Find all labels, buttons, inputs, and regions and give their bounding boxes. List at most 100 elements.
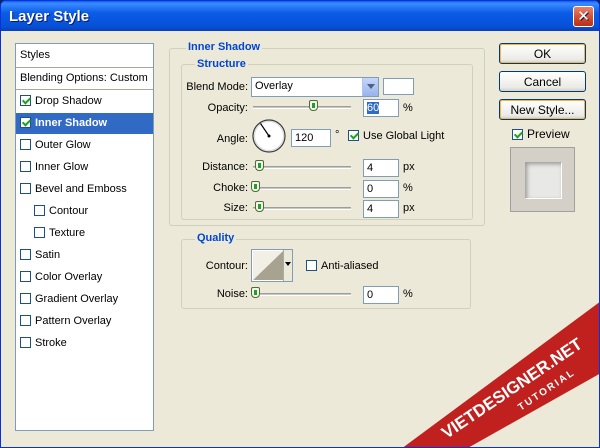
size-slider-thumb[interactable]	[255, 201, 264, 212]
angle-label: Angle:	[216, 133, 248, 145]
blend-mode-label: Blend Mode:	[186, 81, 248, 93]
window-title: Layer Style	[9, 8, 90, 25]
noise-slider-thumb[interactable]	[251, 287, 260, 298]
color-overlay-checkbox[interactable]	[20, 271, 31, 282]
inner-glow-checkbox[interactable]	[20, 161, 31, 172]
bevel-emboss-checkbox[interactable]	[20, 183, 31, 194]
preview-checkbox[interactable]	[512, 129, 523, 140]
distance-unit: px	[403, 161, 415, 173]
style-preview-swatch	[525, 162, 561, 198]
noise-slider-track[interactable]	[253, 293, 351, 296]
title-bar[interactable]: Layer Style ✕	[1, 1, 599, 31]
pattern-overlay-checkbox[interactable]	[20, 315, 31, 326]
structure-title: Structure	[195, 58, 248, 70]
style-item-inner-glow[interactable]: Inner Glow	[16, 157, 153, 178]
style-item-label: Inner Glow	[35, 161, 89, 173]
styles-list: Styles Blending Options: Custom Drop Sha…	[15, 43, 154, 431]
style-item-outer-glow[interactable]: Outer Glow	[16, 135, 153, 156]
style-item-color-overlay[interactable]: Color Overlay	[16, 267, 153, 288]
preview-label: Preview	[527, 127, 570, 141]
contour-picker[interactable]	[251, 249, 293, 282]
distance-label: Distance:	[202, 161, 248, 173]
style-item-label: Satin	[35, 249, 61, 261]
contour-label: Contour:	[205, 260, 248, 272]
choke-unit: %	[403, 182, 413, 194]
style-item-label: Drop Shadow	[35, 95, 102, 107]
angle-unit: °	[335, 129, 340, 141]
style-item-label: Color Overlay	[35, 271, 103, 283]
blending-options-item[interactable]: Blending Options: Custom	[16, 68, 153, 90]
style-item-label: Gradient Overlay	[35, 293, 119, 305]
anti-aliased-checkbox[interactable]	[306, 260, 317, 271]
choke-label: Choke:	[213, 182, 248, 194]
angle-input[interactable]: 120	[291, 129, 331, 147]
noise-label: Noise:	[216, 288, 248, 300]
style-item-texture[interactable]: Texture	[16, 223, 153, 244]
contour-dropdown-arrow[interactable]	[283, 250, 292, 281]
quality-title: Quality	[195, 232, 237, 244]
choke-slider-track[interactable]	[253, 187, 351, 190]
drop-shadow-checkbox[interactable]	[20, 95, 31, 106]
style-item-label: Bevel and Emboss	[35, 183, 127, 195]
stroke-checkbox[interactable]	[20, 337, 31, 348]
style-item-label: Texture	[49, 227, 86, 239]
style-item-drop-shadow[interactable]: Drop Shadow	[16, 91, 153, 112]
style-item-pattern-overlay[interactable]: Pattern Overlay	[16, 311, 153, 332]
anti-aliased-label: Anti-aliased	[321, 260, 379, 272]
size-slider-track[interactable]	[253, 207, 351, 210]
cancel-button[interactable]: Cancel	[499, 71, 586, 92]
style-preview	[510, 147, 575, 212]
distance-slider-thumb[interactable]	[255, 160, 264, 171]
style-item-stroke[interactable]: Stroke	[16, 333, 153, 354]
style-item-gradient-overlay[interactable]: Gradient Overlay	[16, 289, 153, 310]
angle-dial-icon[interactable]	[251, 118, 287, 154]
anti-aliased-option[interactable]: Anti-aliased	[306, 260, 378, 272]
style-item-inner-shadow[interactable]: Inner Shadow	[16, 113, 153, 134]
choke-input[interactable]: 0	[363, 180, 399, 198]
opacity-input[interactable]: 60	[363, 99, 399, 117]
close-button[interactable]: ✕	[573, 6, 594, 27]
layer-style-dialog: Layer Style ✕ Styles Blending Options: C…	[0, 0, 600, 448]
watermark-sub-text: TUTORIAL	[516, 367, 577, 413]
outer-glow-checkbox[interactable]	[20, 139, 31, 150]
style-item-satin[interactable]: Satin	[16, 245, 153, 266]
opacity-slider-thumb[interactable]	[309, 100, 318, 111]
style-item-label: Contour	[49, 205, 89, 217]
size-label: Size:	[223, 202, 248, 214]
size-unit: px	[403, 202, 415, 214]
style-item-label: Pattern Overlay	[35, 315, 112, 327]
distance-input[interactable]: 4	[363, 159, 399, 177]
style-item-contour[interactable]: Contour	[16, 201, 153, 222]
opacity-value: 60	[367, 102, 380, 114]
use-global-light-option[interactable]: Use Global Light	[348, 130, 444, 142]
choke-slider-thumb[interactable]	[251, 181, 260, 192]
use-global-light-label: Use Global Light	[363, 130, 445, 142]
preview-option[interactable]: Preview	[512, 127, 570, 141]
watermark-site-text: VIETDESIGNER.NET	[438, 334, 586, 443]
size-input[interactable]: 4	[363, 200, 399, 218]
contour-preview-icon	[253, 251, 283, 280]
style-item-label: Stroke	[35, 337, 67, 349]
gradient-overlay-checkbox[interactable]	[20, 293, 31, 304]
styles-header[interactable]: Styles	[16, 44, 153, 68]
new-style-button[interactable]: New Style...	[499, 99, 586, 120]
opacity-label: Opacity:	[207, 102, 248, 114]
blend-mode-select[interactable]: Overlay	[251, 77, 379, 97]
distance-slider-track[interactable]	[253, 166, 351, 169]
style-item-label: Outer Glow	[35, 139, 91, 151]
satin-checkbox[interactable]	[20, 249, 31, 260]
opacity-unit: %	[403, 102, 413, 114]
chevron-down-icon	[285, 262, 291, 266]
inner-shadow-checkbox[interactable]	[20, 117, 31, 128]
noise-unit: %	[403, 288, 413, 300]
style-item-bevel-emboss[interactable]: Bevel and Emboss	[16, 179, 153, 200]
inner-shadow-title: Inner Shadow	[186, 41, 263, 53]
use-global-light-checkbox[interactable]	[348, 130, 359, 141]
texture-checkbox[interactable]	[34, 227, 45, 238]
chevron-down-icon[interactable]	[362, 78, 378, 96]
shadow-color-swatch[interactable]	[383, 78, 414, 95]
ok-button[interactable]: OK	[499, 43, 586, 64]
noise-input[interactable]: 0	[363, 286, 399, 304]
contour-checkbox[interactable]	[34, 205, 45, 216]
opacity-slider-track[interactable]	[253, 106, 351, 109]
